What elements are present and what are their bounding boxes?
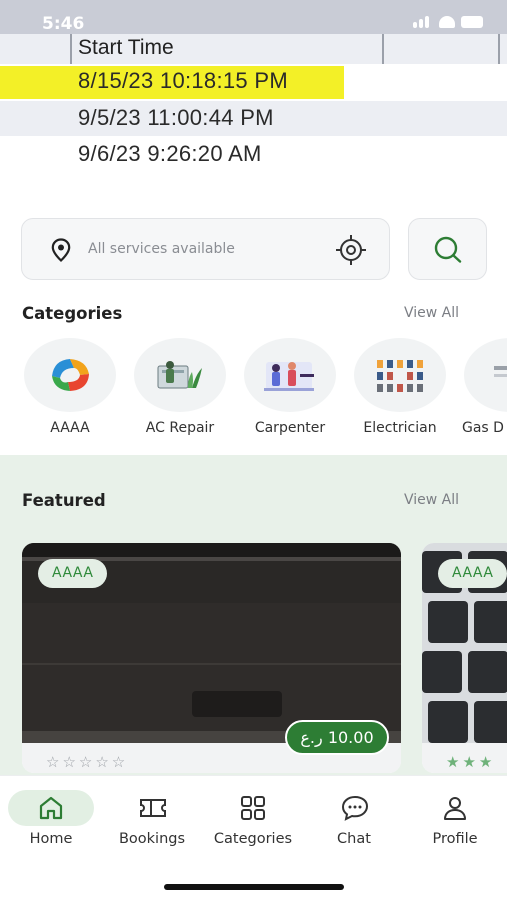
categories-title: Categories xyxy=(22,304,123,323)
logo-icon xyxy=(24,338,116,412)
category-label: Electrician xyxy=(363,420,437,436)
rating-stars: ★★★ xyxy=(446,753,496,771)
featured-view-all-link[interactable]: View All xyxy=(404,492,459,508)
ticket-icon xyxy=(109,790,195,826)
price-badge: 10.00 ر.ع xyxy=(285,720,389,755)
provider-chip: AAAA xyxy=(38,559,108,588)
featured-card[interactable]: AAAA xyxy=(422,543,507,773)
nav-categories[interactable]: Categories xyxy=(203,790,303,847)
search-field[interactable]: All services available xyxy=(21,218,390,280)
status-bar: 5:46 xyxy=(0,0,507,34)
category-label: Gas D xyxy=(462,420,504,436)
app-screen: 5:46 Start Time 8/15/23 10:18:15 PM 9/5/… xyxy=(0,0,507,900)
sheet-row: 9/6/23 9:26:20 AM xyxy=(0,137,507,172)
search-icon xyxy=(434,236,462,263)
electrician-icon xyxy=(354,338,446,412)
nav-label: Categories xyxy=(213,831,293,847)
category-label: Carpenter xyxy=(254,420,326,436)
sheet-header: Start Time xyxy=(0,34,507,64)
rating-stars: ☆☆☆☆☆ xyxy=(46,753,129,771)
status-icons xyxy=(413,14,483,28)
chat-icon xyxy=(311,790,397,826)
profile-icon xyxy=(412,790,498,826)
grid-icon xyxy=(210,790,296,826)
nav-label: Profile xyxy=(432,831,478,847)
category-item-ac-repair[interactable]: AC Repair xyxy=(125,338,235,436)
category-item-carpenter[interactable]: Carpenter xyxy=(235,338,345,436)
ac-repair-icon xyxy=(134,338,226,412)
status-time: 5:46 xyxy=(42,14,85,34)
category-label: AAAA xyxy=(50,420,90,436)
crosshair-icon[interactable] xyxy=(335,234,367,266)
sheet-row: 9/5/23 11:00:44 PM xyxy=(0,101,507,136)
category-item-electrician[interactable]: Electrician xyxy=(345,338,455,436)
nav-home[interactable]: Home xyxy=(1,790,101,847)
row-value: 8/15/23 10:18:15 PM xyxy=(78,68,288,93)
nav-label: Chat xyxy=(337,831,371,847)
nav-label: Home xyxy=(29,831,73,847)
provider-chip: AAAA xyxy=(438,559,507,588)
categories-view-all-link[interactable]: View All xyxy=(404,305,459,321)
home-indicator xyxy=(164,884,344,890)
home-icon xyxy=(8,790,94,826)
carpenter-icon xyxy=(244,338,336,412)
location-pin-icon xyxy=(51,238,71,262)
column-header: Start Time xyxy=(78,36,174,59)
nav-profile[interactable]: Profile xyxy=(405,790,505,847)
category-item-gas[interactable]: Gas D xyxy=(455,338,507,436)
nav-label: Bookings xyxy=(118,831,186,847)
sheet-row: 8/15/23 10:18:15 PM xyxy=(0,64,507,99)
row-value: 9/5/23 11:00:44 PM xyxy=(78,105,274,130)
category-item-aaaa[interactable]: AAAA xyxy=(15,338,125,436)
nav-bookings[interactable]: Bookings xyxy=(102,790,202,847)
banner-image[interactable]: 5:46 Start Time 8/15/23 10:18:15 PM 9/5/… xyxy=(0,0,507,200)
gas-icon xyxy=(464,338,507,412)
search-input[interactable]: All services available xyxy=(88,241,235,257)
category-label: AC Repair xyxy=(145,420,215,436)
nav-chat[interactable]: Chat xyxy=(304,790,404,847)
row-value: 9/6/23 9:26:20 AM xyxy=(78,141,262,166)
featured-title: Featured xyxy=(22,491,106,510)
search-button[interactable] xyxy=(408,218,487,280)
